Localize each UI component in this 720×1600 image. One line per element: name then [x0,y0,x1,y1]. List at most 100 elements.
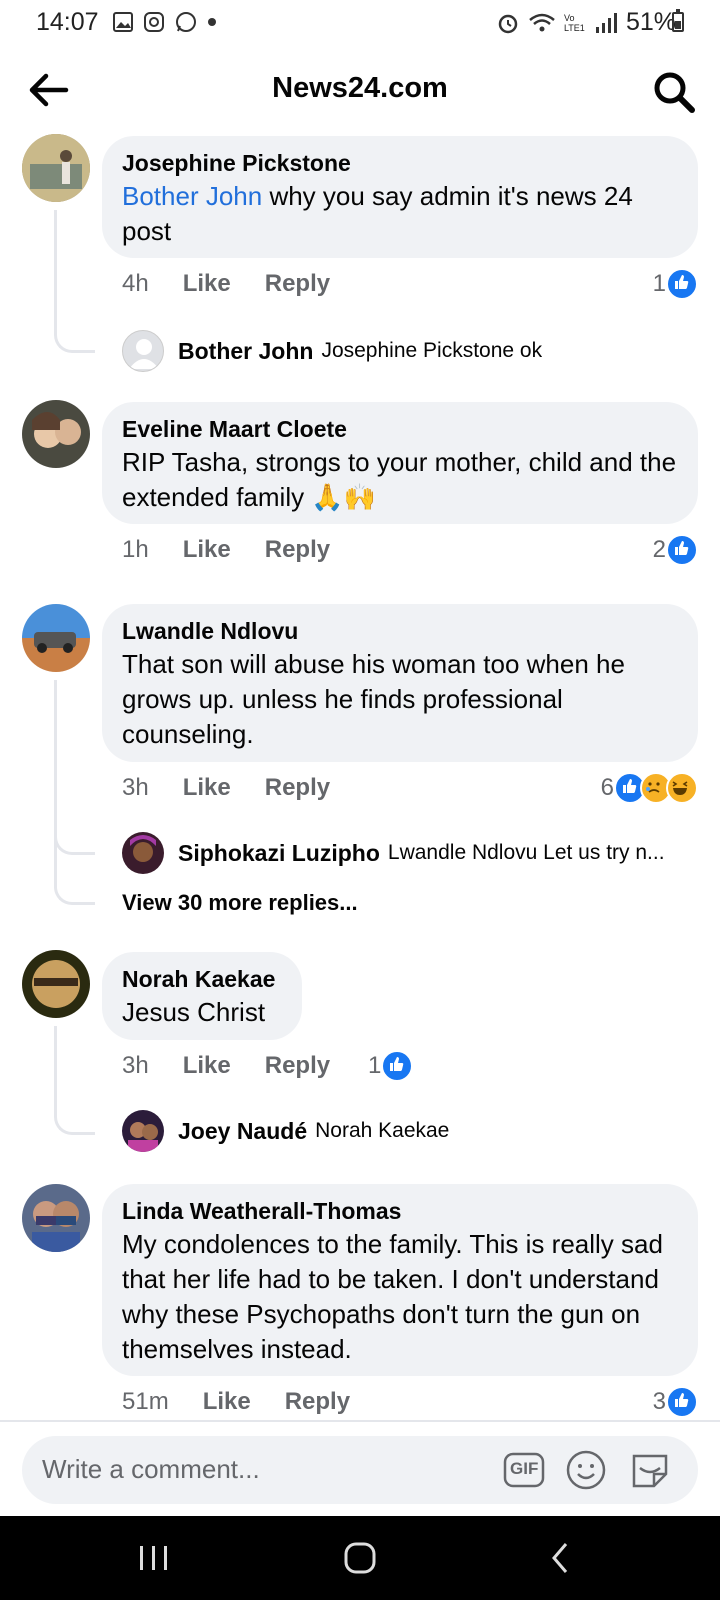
reaction-summary[interactable]: 6 [601,772,698,804]
system-icons: Vo LTE1 51% [496,8,676,37]
reaction-summary[interactable]: 2 [653,534,698,566]
notification-icons [112,10,217,34]
like-reaction-icon [666,268,698,300]
haha-reaction-icon [666,772,698,804]
comment-time: 3h [122,1052,149,1079]
reply-text: Josephine Pickstone ok [321,339,543,362]
signal-icon [595,12,617,33]
app-bar: News24.com [0,58,720,124]
avatar[interactable] [22,950,90,1018]
status-time: 14:07 [36,8,99,36]
thread-line [54,210,95,353]
like-button[interactable]: Like [203,1388,251,1416]
comment-text: That son will abuse his woman too when h… [122,649,625,749]
home-icon[interactable] [336,1536,384,1580]
reply-button[interactable]: Reply [265,270,330,298]
dot-icon [208,18,216,26]
reply-author[interactable]: Bother John [178,338,313,365]
search-icon[interactable] [652,70,696,114]
reply-avatar[interactable] [122,1110,164,1152]
comment-text: RIP Tasha, strongs to your mother, child… [122,447,677,512]
reply-button[interactable]: Reply [285,1388,350,1416]
network-type: Vo LTE1 [563,12,585,33]
back-nav-icon[interactable] [538,1536,586,1580]
reaction-count: 6 [600,774,614,801]
comment-author[interactable]: Lwandle Ndlovu [122,617,678,645]
reply-button[interactable]: Reply [265,1052,330,1080]
battery-percent: 51% [625,8,676,36]
comment-author[interactable]: Eveline Maart Cloete [122,415,678,443]
reaction-count: 1 [368,1052,382,1079]
comment-bubble[interactable]: Linda Weatherall-Thomas My condolences t… [102,1184,698,1376]
gif-button[interactable]: GIF [502,1448,546,1492]
recent-apps-icon[interactable] [130,1536,178,1580]
reply-avatar[interactable] [122,330,164,372]
status-bar: 14:07 Vo LTE1 51% [0,0,720,46]
comment-composer: Write a comment... GIF [0,1420,720,1516]
comment-bubble[interactable]: Lwandle Ndlovu That son will abuse his w… [102,604,698,762]
comment-time: 1h [122,536,149,563]
avatar[interactable] [22,400,90,468]
like-button[interactable]: Like [183,536,231,564]
reply-author[interactable]: Joey Naudé [178,1118,307,1145]
like-reaction-icon [666,1386,698,1418]
emoji-icon[interactable] [564,1448,608,1492]
gif-label: GIF [510,1459,539,1478]
comment-meta: 4h Like Reply [122,270,330,298]
comment-input-placeholder: Write a comment... [42,1454,260,1484]
system-nav-bar [0,1516,720,1600]
comment-input[interactable]: Write a comment... GIF [22,1436,698,1504]
comment-text: Jesus Christ [122,997,266,1027]
comment-author[interactable]: Linda Weatherall-Thomas [122,1197,678,1225]
avatar[interactable] [22,134,90,202]
comment-bubble[interactable]: Josephine Pickstone Bother John why you … [102,136,698,258]
comment-text: Bother John why you say admin it's news … [122,181,633,246]
thread-line [54,680,95,905]
like-button[interactable]: Like [183,1052,231,1080]
whatsapp-icon [176,12,196,32]
reaction-count: 1 [652,270,666,297]
instagram-icon [144,12,164,32]
reply-author[interactable]: Siphokazi Luzipho [178,840,380,867]
comment-meta: 51m Like Reply [122,1388,350,1416]
comment-bubble[interactable]: Eveline Maart Cloete RIP Tasha, strongs … [102,402,698,524]
view-more-replies-link[interactable]: View 30 more replies... [122,890,358,916]
comment-time: 3h [122,774,149,801]
avatar[interactable] [22,1184,90,1252]
sticker-icon[interactable] [628,1448,672,1492]
avatar[interactable] [22,604,90,672]
reaction-summary[interactable]: 1 [368,1050,414,1082]
like-button[interactable]: Like [183,774,231,802]
comment-text: My condolences to the family. This is re… [122,1229,663,1364]
comment-author[interactable]: Josephine Pickstone [122,149,678,177]
reaction-summary[interactable]: 1 [653,268,698,300]
comment-time: 4h [122,270,149,297]
comment-meta: 3h Like Reply [122,1052,330,1080]
wifi-icon [529,13,555,31]
reply-item[interactable]: Siphokazi Luzipho Lwandle Ndlovu Let us … [122,832,665,874]
comment-meta: 3h Like Reply [122,774,330,802]
reaction-count: 3 [652,1388,666,1415]
reply-button[interactable]: Reply [265,774,330,802]
comment-author[interactable]: Norah Kaekae [122,965,282,993]
gallery-icon [113,12,133,32]
reply-item[interactable]: Bother John Josephine Pickstone ok [122,330,542,372]
reply-button[interactable]: Reply [265,536,330,564]
page-title: News24.com [272,72,448,104]
like-reaction-icon [666,534,698,566]
like-reaction-icon [381,1050,414,1082]
comment-meta: 1h Like Reply [122,536,330,564]
comment-bubble[interactable]: Norah Kaekae Jesus Christ [102,952,302,1040]
reaction-count: 2 [652,536,666,563]
comment-time: 51m [122,1388,169,1415]
mention-link[interactable]: Bother John [122,181,262,211]
reaction-summary[interactable]: 3 [653,1386,698,1418]
reply-text: Lwandle Ndlovu Let us try n... [387,841,665,864]
alarm-icon [498,14,518,33]
battery-icon [672,9,684,32]
thread-line [54,1026,95,1135]
reply-item[interactable]: Joey Naudé Norah Kaekae [122,1110,449,1152]
reply-avatar[interactable] [122,832,164,874]
reply-text: Norah Kaekae [315,1119,450,1142]
like-button[interactable]: Like [183,270,231,298]
